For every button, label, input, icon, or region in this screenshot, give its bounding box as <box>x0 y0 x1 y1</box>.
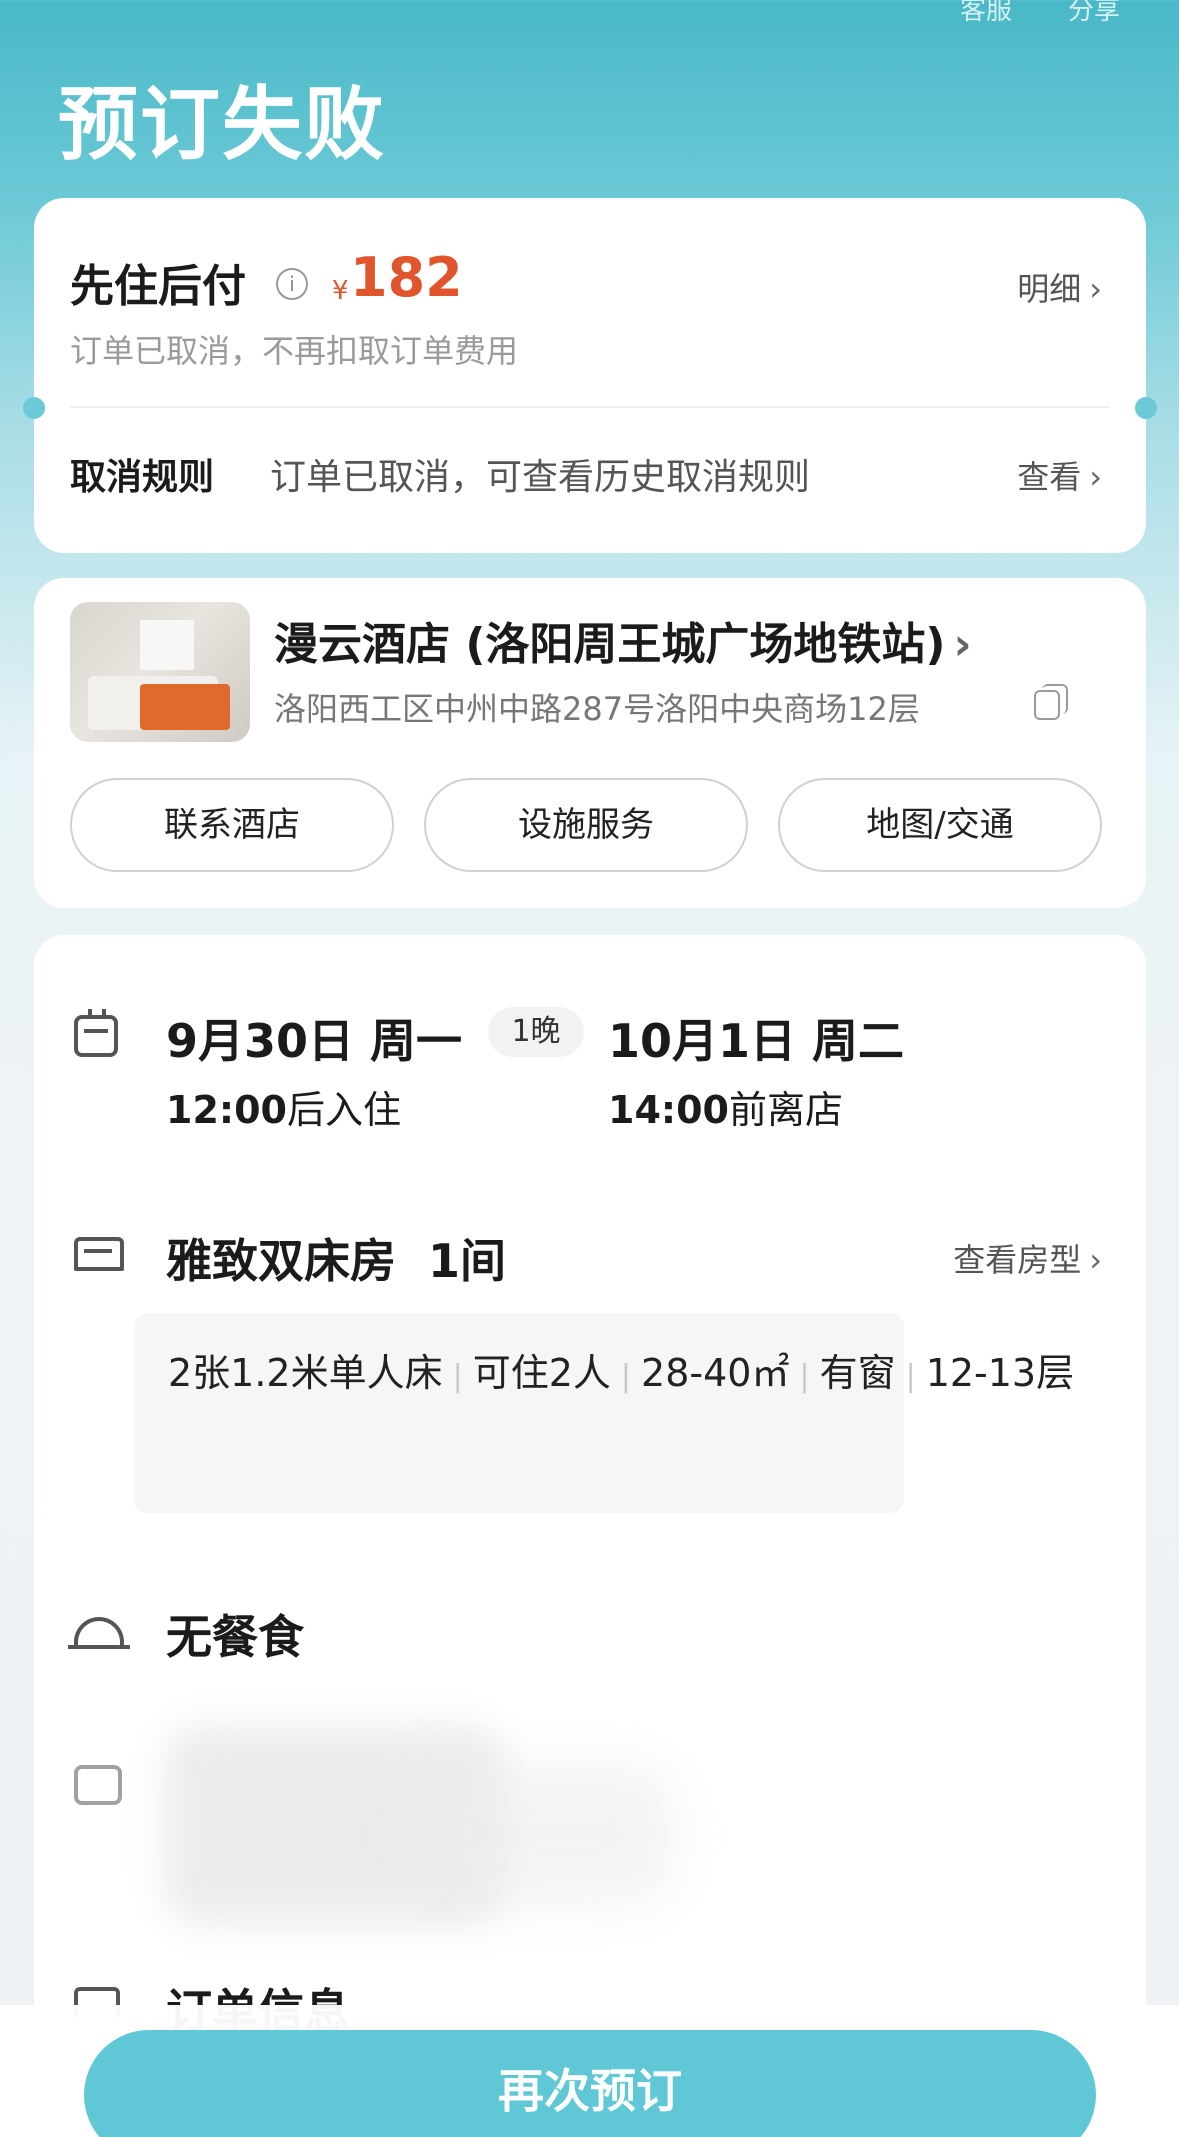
customer-service-button[interactable]: 客服 <box>960 0 1012 27</box>
hotel-name-link[interactable]: 漫云酒店 (洛阳周王城广场地铁站) › <box>274 608 972 672</box>
chevron-right-icon: › <box>953 619 972 670</box>
map-transport-button[interactable]: 地图/交通 <box>778 778 1102 872</box>
cancel-rule-text: 订单已取消，可查看历史取消规则 <box>270 457 811 498</box>
checkin-date: 9月30日 周一 <box>166 1014 463 1068</box>
view-rule-label: 查看 <box>1017 458 1082 496</box>
spec-occupancy: 可住2人 <box>472 1351 611 1395</box>
checkout-suffix: 前离店 <box>728 1088 843 1132</box>
hotel-address: 洛阳西工区中州中路287号洛阳中央商场12层 <box>274 690 920 728</box>
divider <box>70 406 1110 408</box>
checkout-date: 10月1日 周二 <box>608 1014 905 1068</box>
bed-icon <box>74 1237 124 1271</box>
meal-info: 无餐食 <box>166 1610 304 1664</box>
copy-icon[interactable] <box>1034 684 1068 720</box>
chevron-right-icon: › <box>1089 270 1102 308</box>
currency-symbol: ¥ <box>332 276 349 306</box>
hotel-card: 漫云酒店 (洛阳周王城广场地铁站) › 洛阳西工区中州中路287号洛阳中央商场12… <box>34 578 1146 908</box>
checkin-suffix: 后入住 <box>286 1088 401 1132</box>
top-bar: 客服 分享 <box>0 0 1179 40</box>
checkin-time: 12:00后入住 <box>166 1079 401 1134</box>
info-icon[interactable]: i <box>276 268 308 300</box>
payment-title: 先住后付 <box>70 261 246 312</box>
view-room-type-link[interactable]: 查看房型 › <box>953 1235 1102 1281</box>
nights-badge: 1晚 <box>488 1007 584 1057</box>
id-card-icon <box>74 1765 122 1805</box>
rebook-button[interactable]: 再次预订 <box>84 2030 1096 2137</box>
checkout-time: 14:00前离店 <box>608 1079 843 1134</box>
payment-subtitle: 订单已取消，不再扣取订单费用 <box>70 332 519 370</box>
checkout-time-value: 14:00 <box>608 1088 729 1132</box>
spec-area: 28-40㎡ <box>641 1351 790 1395</box>
hotel-name: 漫云酒店 (洛阳周王城广场地铁站) <box>274 619 946 670</box>
contact-hotel-button[interactable]: 联系酒店 <box>70 778 394 872</box>
detail-link-label: 明细 <box>1017 270 1082 308</box>
checkin-time-value: 12:00 <box>166 1088 287 1132</box>
share-button[interactable]: 分享 <box>1068 0 1120 27</box>
spec-floor: 12-13层 <box>925 1351 1075 1395</box>
hotel-thumbnail[interactable] <box>70 602 250 742</box>
room-name: 雅致双床房 1间 <box>166 1234 507 1288</box>
ticket-notch <box>23 397 45 419</box>
facilities-button[interactable]: 设施服务 <box>424 778 748 872</box>
view-rule-link[interactable]: 查看 › <box>1017 452 1102 498</box>
detail-link[interactable]: 明细 › <box>1017 264 1102 310</box>
ticket-notch <box>1135 397 1157 419</box>
cancel-rule-label: 取消规则 <box>70 457 215 498</box>
calendar-icon <box>74 1009 118 1057</box>
payment-card: 先住后付 i ¥ 182 明细 › 订单已取消，不再扣取订单费用 取消规则 订单已… <box>34 198 1146 553</box>
redacted-content <box>414 1765 674 1905</box>
chevron-right-icon: › <box>1089 1241 1102 1279</box>
stay-details-card: 9月30日 周一 1晚 10月1日 周二 12:00后入住 14:00前离店 雅… <box>34 935 1146 2137</box>
spec-window: 有窗 <box>819 1351 896 1395</box>
meal-bell-icon <box>68 1617 130 1649</box>
spec-beds: 2张1.2米单人床 <box>168 1351 443 1395</box>
view-room-type-label: 查看房型 <box>953 1241 1082 1279</box>
price-amount: 182 <box>350 246 463 309</box>
room-specs: 2张1.2米单人床 | 可住2人 | 28-40㎡ | 有窗 | 12-13层 <box>168 1351 1075 1395</box>
chevron-right-icon: › <box>1089 458 1102 496</box>
page-title: 预订失败 <box>58 78 386 171</box>
